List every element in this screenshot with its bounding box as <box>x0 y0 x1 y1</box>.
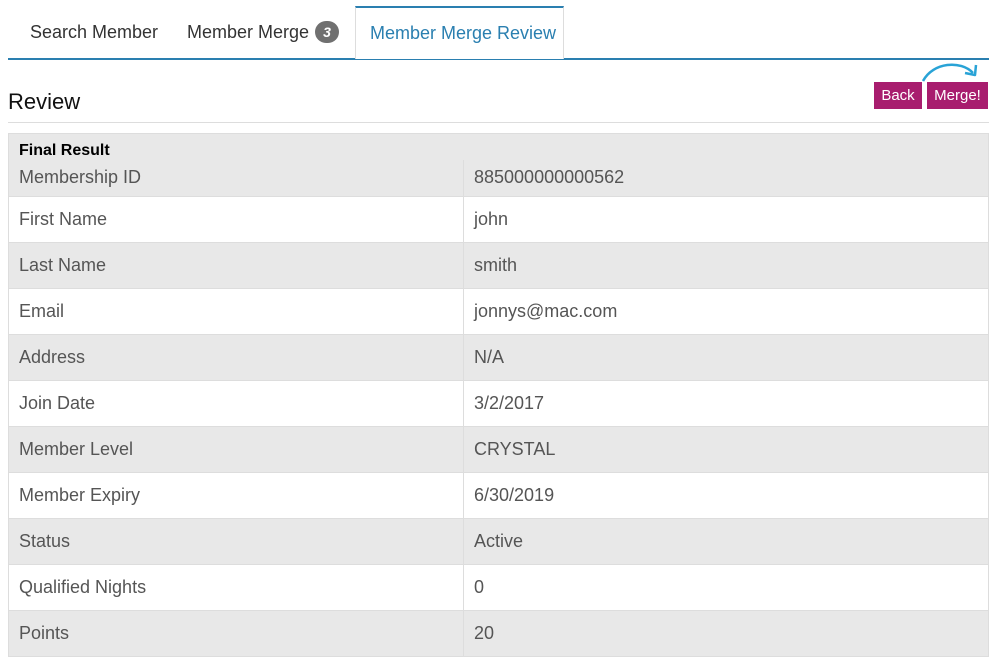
table-row: Member Expiry 6/30/2019 <box>8 471 989 519</box>
tab-label: Search Member <box>30 22 159 42</box>
table-row: First Name john <box>8 195 989 243</box>
row-label: Join Date <box>8 379 464 427</box>
row-value: Active <box>463 517 989 565</box>
page: Search Member Member Merge 3 Member Merge… <box>0 0 1000 661</box>
divider <box>8 122 989 123</box>
curved-arrow-icon <box>921 63 978 82</box>
tab-member-merge[interactable]: Member Merge 3 <box>187 6 340 58</box>
page-title: Review <box>8 89 81 114</box>
merge-button[interactable]: Merge! <box>927 82 988 109</box>
table-row: Membership ID 885000000000562 <box>8 160 989 197</box>
back-button[interactable]: Back <box>874 82 922 109</box>
tab-bar: Search Member Member Merge 3 Member Merge… <box>8 6 989 60</box>
final-result-table: Final Result Membership ID 8850000000005… <box>8 133 989 657</box>
table-caption-row: Final Result <box>8 133 989 160</box>
row-label: Member Level <box>8 425 464 473</box>
row-value: 885000000000562 <box>463 160 989 197</box>
row-value: N/A <box>463 333 989 381</box>
table-row: Join Date 3/2/2017 <box>8 379 989 427</box>
row-label: Email <box>8 287 464 335</box>
table-row: Email jonnys@mac.com <box>8 287 989 335</box>
tab-label: Member Merge <box>187 22 310 42</box>
row-label: Last Name <box>8 241 464 289</box>
table-row: Member Level CRYSTAL <box>8 425 989 473</box>
tab-search-member[interactable]: Search Member <box>30 6 158 58</box>
table-row: Qualified Nights 0 <box>8 563 989 611</box>
table-row: Last Name smith <box>8 241 989 289</box>
row-value: 6/30/2019 <box>463 471 989 519</box>
tab-label: Member Merge Review <box>370 23 557 43</box>
row-value: jonnys@mac.com <box>463 287 989 335</box>
row-value: 3/2/2017 <box>463 379 989 427</box>
row-label: First Name <box>8 195 464 243</box>
row-label: Status <box>8 517 464 565</box>
row-value: CRYSTAL <box>463 425 989 473</box>
table-caption: Final Result <box>8 133 989 160</box>
table-row: Status Active <box>8 517 989 565</box>
row-value: 0 <box>463 563 989 611</box>
table-row: Address N/A <box>8 333 989 381</box>
table-row: Points 20 <box>8 609 989 657</box>
row-label: Points <box>8 609 464 657</box>
row-label: Member Expiry <box>8 471 464 519</box>
row-value: smith <box>463 241 989 289</box>
row-label: Membership ID <box>8 160 464 197</box>
row-label: Qualified Nights <box>8 563 464 611</box>
count-badge: 3 <box>315 21 340 43</box>
row-value: 20 <box>463 609 989 657</box>
tab-member-merge-review[interactable]: Member Merge Review <box>355 6 564 59</box>
row-label: Address <box>8 333 464 381</box>
row-value: john <box>463 195 989 243</box>
